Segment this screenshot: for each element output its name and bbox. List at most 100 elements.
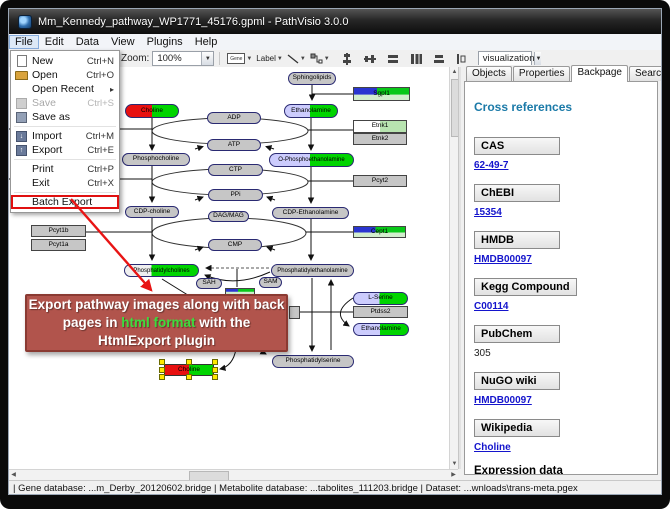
visualization-value: visualization [483,53,535,64]
selection-handle[interactable] [212,374,218,380]
node-o-phosphoethanolamine[interactable]: O-Phosphoethanolamine [269,153,354,167]
node-sgpl1[interactable]: Sgpl1 [353,87,410,101]
chevron-down-icon[interactable]: ▼ [324,56,330,62]
selection-handle[interactable] [159,359,165,365]
backpage-panel: Cross references CAS62-49-7 ChEBI 15354 HMD… [464,81,658,475]
node-l-serine[interactable]: L-Serine [353,292,408,305]
chevron-down-icon[interactable]: ▼ [277,56,283,62]
selection-handle[interactable] [186,359,192,365]
node-cdp-ethanolamine[interactable]: CDP-Ethanolamine [272,207,349,219]
file-menu-item-open[interactable]: OpenCtrl+O [11,68,119,82]
common-height-button[interactable] [454,52,470,66]
menu-file[interactable]: File [9,35,39,49]
file-menu-item-export[interactable]: ↑ExportCtrl+E [11,143,119,157]
node-etnk1[interactable]: Etnk1 [353,120,407,133]
annotation-callout: Export pathway images along with back pa… [25,294,288,352]
node-etnk2[interactable]: Etnk2 [353,133,407,145]
node-cdp-choline[interactable]: CDP-choline [125,206,179,218]
file-menu-item-print[interactable]: PrintCtrl+P [11,162,119,176]
file-menu-item-new[interactable]: NewCtrl+N [11,54,119,68]
pathvisio-window: Mm_Kennedy_pathway_WP1771_45176.gpml - P… [8,8,662,495]
visualization-combobox[interactable]: visualization ▼ [478,51,532,66]
callout-line-3: HtmlExport plugin [27,332,286,350]
selection-handle[interactable] [212,367,218,373]
selection-handle[interactable] [159,374,165,380]
menu-edit[interactable]: Edit [39,35,70,49]
zoom-dropdown-icon[interactable]: ▼ [201,52,213,65]
align-middle-button[interactable] [362,52,378,66]
menu-help[interactable]: Help [189,35,224,49]
node-pcyt2[interactable]: Pcyt2 [353,175,407,187]
callout-highlight: html format [121,315,195,330]
node-sam[interactable]: SAM [259,277,282,288]
xref-link[interactable]: 15354 [474,207,502,218]
distribute-horizontal-button[interactable] [408,52,424,66]
datanode-button[interactable]: Gene ▼ [225,52,254,66]
menu-separator [14,126,116,127]
file-menu-item-open-recent[interactable]: Open Recent▸ [11,82,119,96]
xref-link[interactable]: 62-49-7 [474,160,508,171]
distribute-vertical-button[interactable] [385,52,401,66]
node-adp[interactable]: ADP [207,112,261,124]
xref-header: ChEBI [474,184,560,202]
node-phosphatidylserine[interactable]: Phosphatidylserine [272,355,354,368]
file-menu-item-save-as[interactable]: Save as [11,110,119,124]
cross-references-heading: Cross references [474,100,648,114]
node-phosphatidylcholines[interactable]: Phosphatidylcholines [124,264,199,277]
zoom-combobox[interactable]: 100% ▼ [152,51,214,66]
tab-properties[interactable]: Properties [513,66,571,81]
node-gene-fragment[interactable] [289,306,300,319]
title-bar: Mm_Kennedy_pathway_WP1771_45176.gpml - P… [9,9,661,34]
node-cept1[interactable]: Cept1 [353,226,406,238]
file-menu-item-import[interactable]: ↓ImportCtrl+M [11,129,119,143]
node-atp[interactable]: ATP [207,139,261,151]
visualization-dropdown-icon[interactable]: ▼ [534,52,541,65]
node-pcyt1a[interactable]: Pcyt1a [31,239,86,251]
node-ctp[interactable]: CTP [208,164,263,176]
xref-section-cas: CAS62-49-7 [474,136,648,173]
tab-backpage[interactable]: Backpage [571,65,627,82]
xref-header: PubChem [474,325,560,343]
align-center-button[interactable] [339,52,355,66]
screenshot-frame: Mm_Kennedy_pathway_WP1771_45176.gpml - P… [0,0,670,509]
chevron-down-icon[interactable]: ▼ [300,56,306,62]
node-cmp[interactable]: CMP [208,239,262,251]
node-ppi[interactable]: PPi [208,189,263,201]
node-dag-mag[interactable]: DAG/MAG [208,211,249,222]
node-pcyt1b[interactable]: Pcyt1b [31,225,86,237]
xref-section-kegg-compound: Kegg CompoundC00114 [474,277,648,314]
node-sphingolipids[interactable]: Sphingolipids [288,72,336,85]
menu-separator [14,192,116,193]
connector-tool-button[interactable]: ▼ [308,52,332,66]
file-menu-item-exit[interactable]: ExitCtrl+X [11,176,119,190]
node-phosphocholine[interactable]: Phosphocholine [122,153,190,166]
selection-handle[interactable] [159,367,165,373]
xref-link[interactable]: C00114 [474,301,508,312]
menu-data[interactable]: Data [70,35,105,49]
node-ptdss2[interactable]: Ptdss2 [353,306,408,318]
side-panel: ObjectsPropertiesBackpageSearchLegend Cr… [461,65,661,478]
menu-view[interactable]: View [105,35,141,49]
file-menu-item-batch-export[interactable]: Batch Export [11,195,119,209]
node-sah[interactable]: SAH [196,278,222,289]
node-ethanolamine-bottom[interactable]: Ethanolamine [353,323,409,336]
status-text: | Gene database: ...m_Derby_20120602.bri… [13,483,578,494]
node-ethanolamine-top[interactable]: Ethanolamine [284,104,338,118]
chevron-down-icon[interactable]: ▼ [246,56,252,62]
xref-link[interactable]: Choline [474,442,511,453]
node-phosphatidylethanolamine[interactable]: Phosphatidylethanolamine [271,264,354,277]
tab-objects[interactable]: Objects [466,66,512,81]
xref-link[interactable]: HMDB00097 [474,254,532,265]
line-tool-button[interactable]: ▼ [285,52,308,66]
selection-handle[interactable] [186,374,192,380]
selection-handle[interactable] [212,359,218,365]
menu-plugins[interactable]: Plugins [141,35,189,49]
xref-link[interactable]: HMDB00097 [474,395,532,406]
common-width-button[interactable] [431,52,447,66]
app-icon [18,15,32,29]
file-menu-dropdown: NewCtrl+NOpenCtrl+OOpen Recent▸SaveCtrl+… [10,50,120,213]
window-title: Mm_Kennedy_pathway_WP1771_45176.gpml - P… [38,16,348,28]
node-choline-top[interactable]: Choline [125,104,179,118]
label-button[interactable]: Label ▼ [254,52,285,66]
tab-search[interactable]: Search [629,66,662,81]
